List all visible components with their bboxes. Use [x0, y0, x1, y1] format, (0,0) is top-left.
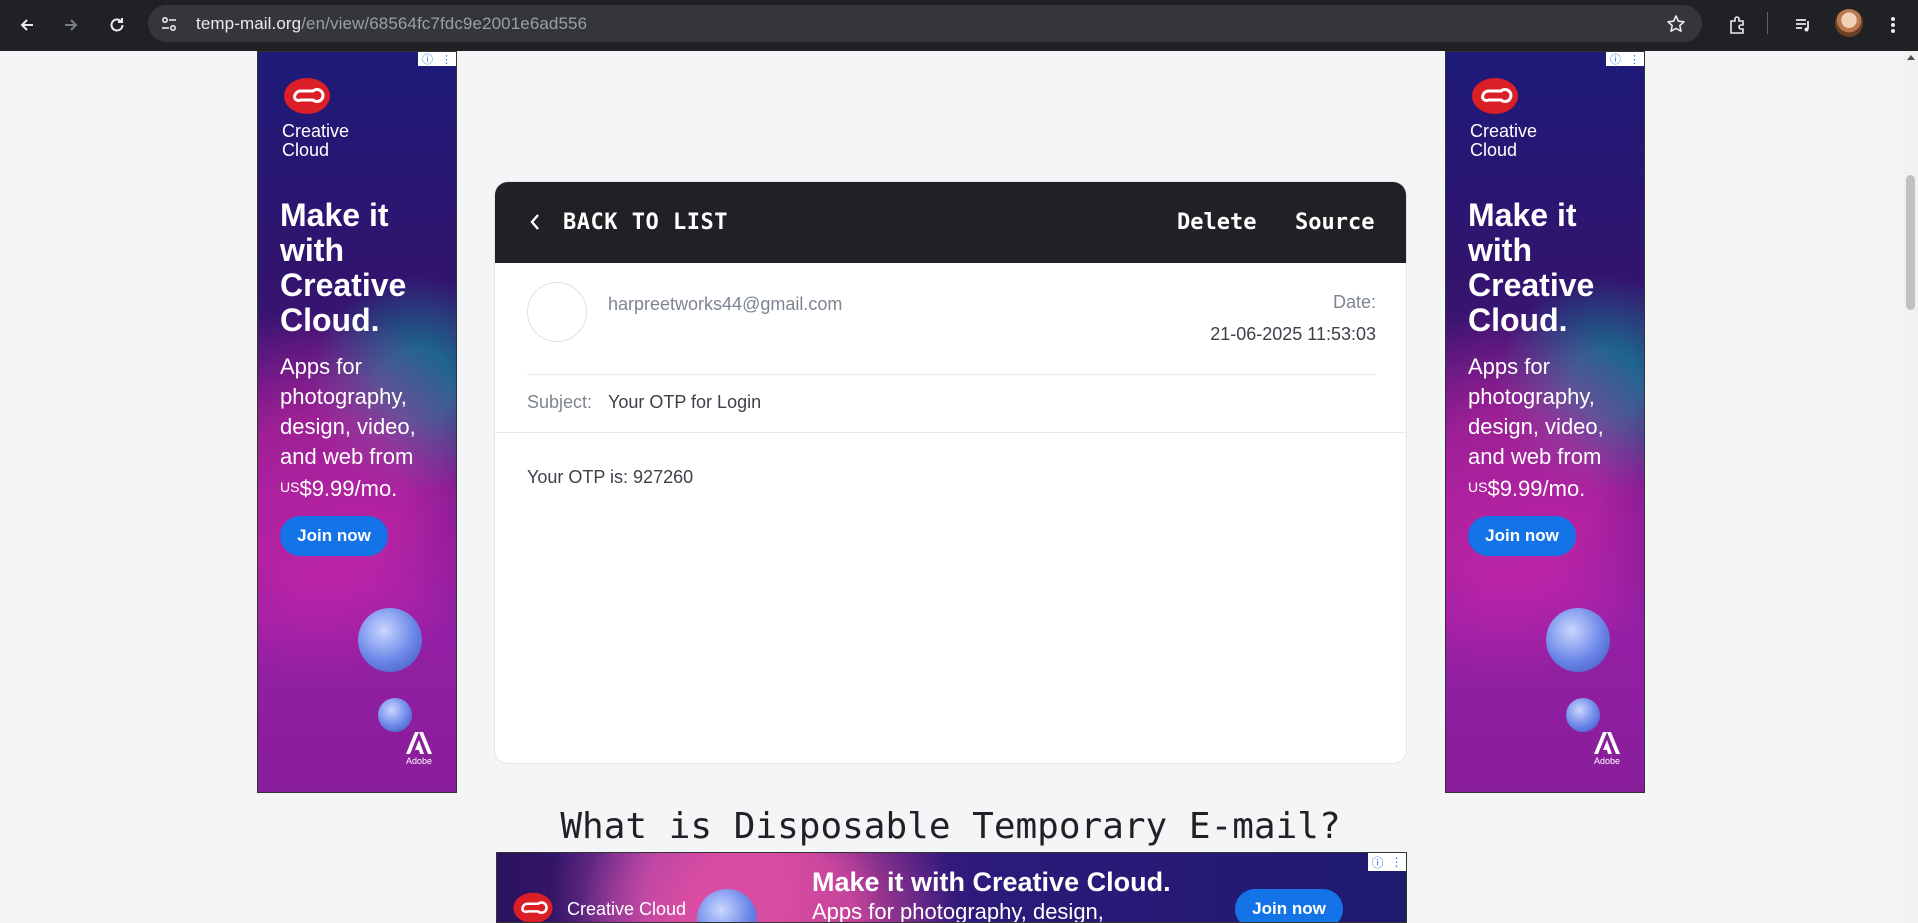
- ad-copy: Apps for photography, design, video, and…: [280, 352, 450, 504]
- email-body: Your OTP is: 927260: [527, 467, 694, 487]
- header-divider: [527, 374, 1376, 375]
- address-bar[interactable]: temp-mail.org/en/view/68564fc7fdc9e2001e…: [148, 5, 1702, 42]
- planet-decoration: [1546, 608, 1610, 672]
- ad-copy-text: Apps for photography, design, video, and…: [280, 354, 416, 469]
- planet-decoration: [358, 608, 422, 672]
- adobe-logo-icon: Adobe: [404, 732, 434, 772]
- ad-price: $9.99/mo.: [299, 476, 398, 501]
- ad-copy-text: Apps for photography, design, video, and…: [1468, 354, 1604, 469]
- banner-brand-name: Creative Cloud: [567, 899, 687, 919]
- subject-divider: [495, 432, 1406, 433]
- ad-headline: Make it with Creative Cloud.: [1468, 197, 1595, 338]
- chevron-left-icon[interactable]: [525, 212, 545, 232]
- ad-menu-icon[interactable]: ⋮: [1629, 53, 1640, 66]
- scroll-up-icon[interactable]: [1907, 55, 1915, 60]
- ad-menu-icon[interactable]: ⋮: [441, 53, 452, 66]
- adobe-label: Adobe: [405, 756, 433, 766]
- ad-brand-name: Creative Cloud: [282, 121, 350, 160]
- ad-info-icon[interactable]: ⓘ: [1610, 52, 1621, 67]
- delete-button[interactable]: Delete: [1177, 210, 1256, 235]
- subject-value: Your OTP for Login: [608, 392, 762, 412]
- source-button[interactable]: Source: [1295, 210, 1374, 235]
- ad-join-button[interactable]: Join now: [280, 516, 388, 556]
- section-heading: What is Disposable Temporary E-mail?: [560, 806, 1341, 847]
- ad-info-icon[interactable]: ⓘ: [1371, 854, 1383, 871]
- planet-decoration: [1566, 698, 1600, 732]
- ad-menu-icon[interactable]: ⋮: [1390, 855, 1402, 869]
- banner-copy: Apps for photography, design,: [812, 899, 1104, 923]
- banner-headline: Make it with Creative Cloud.: [812, 867, 1171, 897]
- bottom-ad-banner[interactable]: ⓘ ⋮ Creative Cloud Make it with Creative …: [496, 852, 1407, 923]
- sender-email: harpreetworks44@gmail.com: [608, 294, 843, 314]
- site-info-icon[interactable]: [158, 13, 180, 35]
- creative-cloud-logo-icon: [513, 892, 553, 922]
- scroll-thumb[interactable]: [1906, 175, 1915, 310]
- ad-price: $9.99/mo.: [1487, 476, 1586, 501]
- ad-choices[interactable]: ⓘ ⋮: [1606, 52, 1644, 66]
- url-host: temp-mail.org: [196, 14, 302, 33]
- ad-join-button[interactable]: Join now: [1468, 516, 1576, 556]
- ad-price-prefix: US: [1468, 479, 1488, 495]
- planet-decoration: [378, 698, 412, 732]
- creative-cloud-logo-icon: [1472, 78, 1518, 114]
- adobe-logo-icon: Adobe: [1592, 732, 1622, 772]
- toolbar-separator: [1767, 12, 1768, 34]
- back-arrow-icon[interactable]: [12, 10, 42, 40]
- ad-choices[interactable]: ⓘ ⋮: [418, 52, 456, 66]
- more-menu-icon[interactable]: [1878, 10, 1908, 40]
- sender-avatar: [527, 282, 587, 342]
- email-view-card: BACK TO LIST Delete Source harpreetworks…: [494, 181, 1407, 764]
- ad-info-icon[interactable]: ⓘ: [422, 52, 433, 67]
- media-queue-icon[interactable]: [1788, 10, 1818, 40]
- profile-avatar[interactable]: [1835, 9, 1863, 37]
- ad-brand-name: Creative Cloud: [1470, 121, 1538, 160]
- date-label: Date:: [1332, 292, 1376, 312]
- ad-headline: Make it with Creative Cloud.: [280, 197, 407, 338]
- planet-decoration: [697, 889, 757, 922]
- ad-copy: Apps for photography, design, video, and…: [1468, 352, 1638, 504]
- subject-label: Subject:: [527, 392, 593, 412]
- forward-arrow-icon[interactable]: [56, 10, 86, 40]
- back-to-list-button[interactable]: BACK TO LIST: [563, 210, 728, 235]
- url-text[interactable]: temp-mail.org/en/view/68564fc7fdc9e2001e…: [196, 14, 587, 34]
- creative-cloud-logo-icon: [284, 78, 330, 114]
- email-toolbar: BACK TO LIST Delete Source: [495, 182, 1406, 263]
- ad-choices[interactable]: ⓘ ⋮: [1368, 853, 1406, 871]
- browser-toolbar: temp-mail.org/en/view/68564fc7fdc9e2001e…: [0, 0, 1918, 51]
- date-value: 21-06-2025 11:53:03: [1210, 324, 1376, 344]
- url-path: /en/view/68564fc7fdc9e2001e6ad556: [301, 14, 588, 33]
- bookmark-star-icon[interactable]: [1664, 12, 1688, 36]
- adobe-label: Adobe: [1593, 756, 1621, 766]
- extensions-icon[interactable]: [1722, 10, 1752, 40]
- page-scrollbar[interactable]: [1903, 51, 1918, 923]
- reload-icon[interactable]: [102, 10, 132, 40]
- ad-price-prefix: US: [280, 479, 300, 495]
- left-ad-banner[interactable]: ⓘ ⋮ Creative Cloud Make it with Creative …: [257, 51, 457, 793]
- banner-join-button[interactable]: Join now: [1235, 889, 1343, 922]
- right-ad-banner[interactable]: ⓘ ⋮ Creative Cloud Make it with Creative …: [1445, 51, 1645, 793]
